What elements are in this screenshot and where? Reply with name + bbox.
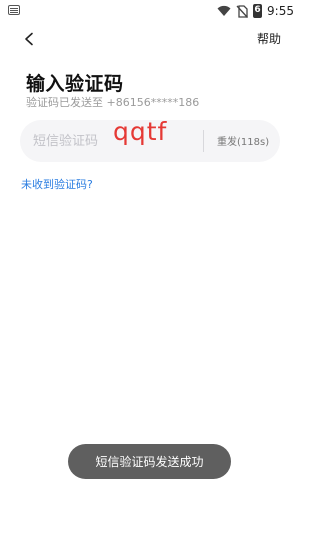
sent-to-text: 验证码已发送至 +86156*****186 bbox=[26, 96, 200, 109]
page-title: 输入验证码 bbox=[26, 73, 124, 95]
back-button[interactable] bbox=[18, 28, 40, 50]
status-time: 9:55 bbox=[267, 4, 294, 18]
wifi-icon bbox=[217, 5, 231, 16]
code-input-box: qqtf 重发(118s) bbox=[20, 117, 280, 162]
resend-button[interactable]: 重发(118s) bbox=[217, 133, 269, 148]
status-bar: 6 9:55 bbox=[0, 0, 300, 22]
no-code-received-link[interactable]: 未收到验证码? bbox=[21, 176, 93, 192]
status-icons: 6 9:55 bbox=[217, 2, 294, 20]
no-sim-icon bbox=[236, 4, 249, 18]
keyboard-icon bbox=[8, 5, 20, 15]
toast: 短信验证码发送成功 bbox=[68, 444, 231, 479]
divider bbox=[203, 130, 204, 152]
battery-level: 6 bbox=[254, 5, 261, 15]
chevron-left-icon bbox=[25, 32, 33, 46]
help-button[interactable]: 帮助 bbox=[257, 30, 281, 47]
handwritten-annotation: qqtf bbox=[113, 117, 168, 146]
toast-message: 短信验证码发送成功 bbox=[95, 455, 204, 469]
battery-icon: 6 bbox=[253, 4, 263, 18]
top-bar: 帮助 bbox=[0, 24, 300, 54]
